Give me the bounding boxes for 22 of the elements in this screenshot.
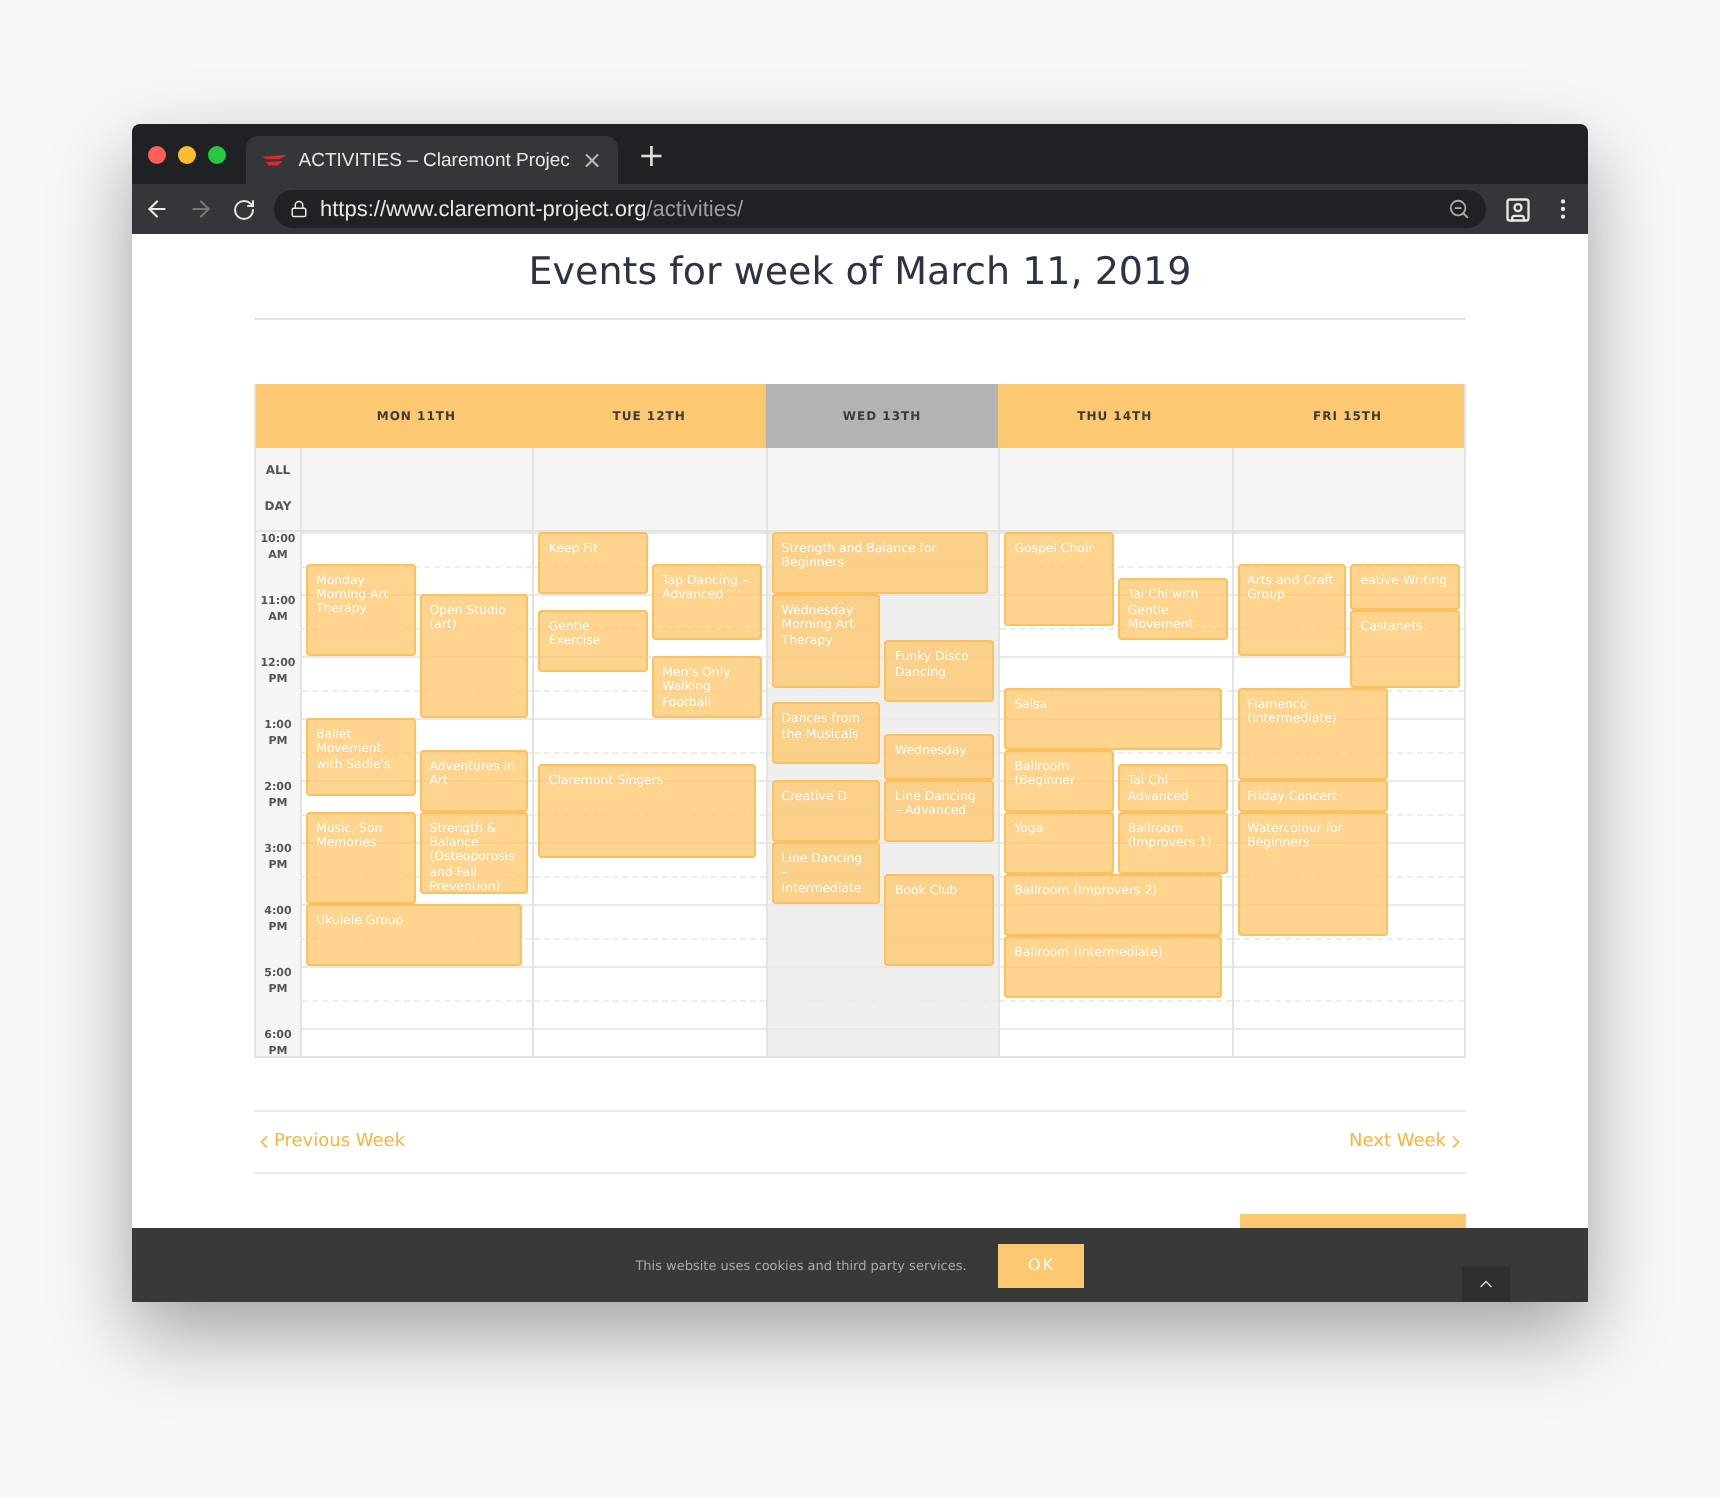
export-button[interactable] (1240, 1213, 1466, 1230)
url-path: /activities/ (646, 197, 744, 221)
browser-tab[interactable]: ACTIVITIES – Claremont Projec × (246, 136, 618, 184)
header-corner (256, 384, 300, 448)
previous-week-link[interactable]: Previous Week (254, 1131, 406, 1152)
maximize-window-icon[interactable] (208, 145, 226, 163)
zoom-icon[interactable] (1448, 198, 1470, 220)
profile-icon[interactable] (1504, 195, 1532, 223)
new-tab-button[interactable]: + (638, 135, 665, 173)
url-host: https://www.claremont-project.org (320, 197, 647, 221)
next-week-link[interactable]: Next Week (1349, 1131, 1466, 1152)
close-window-icon[interactable] (148, 145, 166, 163)
swoosh-icon (262, 153, 287, 167)
address-bar[interactable]: https://www.claremont-project.org/activities/ (274, 190, 1486, 228)
ok-button[interactable]: OK (998, 1243, 1085, 1287)
tab-title: ACTIVITIES – Claremont Projec (298, 149, 570, 171)
close-tab-button[interactable]: × (581, 146, 602, 174)
back-icon[interactable] (144, 196, 170, 222)
reload-icon[interactable] (232, 197, 256, 221)
minimize-window-icon[interactable] (178, 145, 196, 163)
lock-icon (290, 200, 308, 218)
page-title: Events for week of March 11, 2019 (254, 250, 1466, 320)
